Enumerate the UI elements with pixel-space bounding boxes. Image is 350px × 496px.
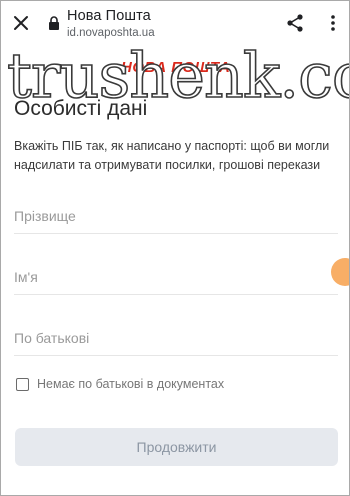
no-patronymic-checkbox[interactable] [16,377,29,391]
no-patronymic-label: Немає по батькові в документах [37,377,225,391]
browser-toolbar: Нова Пошта id.novaposhta.ua [1,1,349,45]
more-options-icon[interactable] [323,13,343,33]
site-url: id.novaposhta.ua [67,27,155,39]
continue-button[interactable]: Продовжити [15,428,338,466]
close-icon[interactable] [11,13,31,33]
page-description: Вкажіть ПІБ так, як написано у паспорті:… [14,139,330,172]
name-field [14,255,338,295]
patronymic-input[interactable] [14,330,338,346]
lock-icon [48,16,60,30]
surname-input[interactable] [14,208,338,224]
name-input[interactable] [14,269,338,285]
no-patronymic-option[interactable]: Немає по батькові в документах [16,376,224,392]
page-title: Особисті дані [14,97,148,120]
share-icon[interactable] [285,13,305,33]
site-title: Нова Пошта [67,8,151,24]
nova-poshta-logo: НОВА ПОШТА [121,59,231,76]
app-frame: Нова Пошта id.novaposhta.ua trushenk.com… [0,0,350,496]
patronymic-field [14,316,338,356]
surname-field [14,194,338,234]
